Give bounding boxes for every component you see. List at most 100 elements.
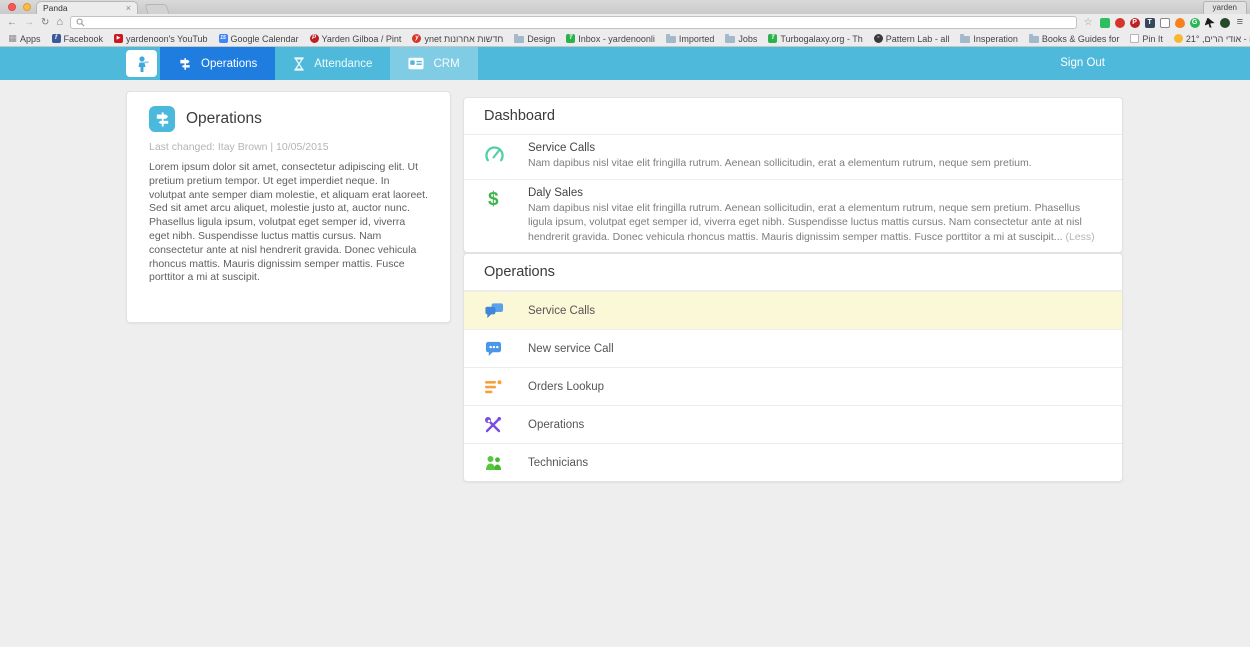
chrome-menu-icon[interactable]: ≡ xyxy=(1237,17,1243,28)
pattern-lab-icon xyxy=(874,34,883,43)
operations-title: Operations xyxy=(464,254,1122,291)
bookmark-folder-insperation[interactable]: Insperation xyxy=(960,34,1018,44)
hourglass-icon xyxy=(293,57,305,71)
bookmark-pattern-lab[interactable]: Pattern Lab - all xyxy=(874,34,950,44)
dollar-icon: $ xyxy=(484,187,528,245)
sign-out-button[interactable]: Sign Out xyxy=(1060,47,1105,80)
adblock-extension-icon[interactable] xyxy=(1115,18,1125,28)
page-content: Operations Last changed: Itay Brown | 10… xyxy=(0,80,1250,647)
bookmark-facebook[interactable]: Facebook xyxy=(52,34,104,44)
folder-icon xyxy=(1029,36,1039,43)
signpost-icon xyxy=(178,57,192,71)
bookmark-pinterest[interactable]: Yarden Gilboa / Pint xyxy=(310,34,402,44)
bookmark-pin-it[interactable]: Pin It xyxy=(1130,34,1163,44)
ops-item-new-service-call[interactable]: New service Call xyxy=(464,329,1122,367)
tab-operations[interactable]: Operations xyxy=(160,47,275,80)
omnibox[interactable] xyxy=(70,16,1077,29)
last-changed-meta: Last changed: Itay Brown | 10/05/2015 xyxy=(149,141,428,153)
tab-crm[interactable]: CRM xyxy=(390,47,477,80)
browser-toolbar: ☆ P T G ≡ xyxy=(0,14,1250,31)
bookmark-folder-books[interactable]: Books & Guides for xyxy=(1029,34,1120,44)
folder-icon xyxy=(666,36,676,43)
operations-card: Operations Service Calls xyxy=(463,253,1123,482)
app-navbar: Operations Attendance CRM Sign Out xyxy=(0,47,1250,80)
reload-icon[interactable] xyxy=(41,18,49,28)
app-tabs: Operations Attendance CRM xyxy=(160,47,478,80)
bookmark-star-icon[interactable]: ☆ xyxy=(1084,18,1093,28)
ops-item-service-calls[interactable]: Service Calls xyxy=(464,291,1122,329)
gauge-icon xyxy=(484,142,528,171)
apps-grid-icon xyxy=(8,34,17,43)
tab-close-icon[interactable]: × xyxy=(126,4,131,13)
card-title: Operations xyxy=(186,110,262,128)
address-input[interactable] xyxy=(89,17,1071,28)
evernote-extension-icon[interactable] xyxy=(1100,18,1110,28)
dashboard-card: Dashboard Service Calls Nam dapibus nisl… xyxy=(463,97,1123,253)
pinterest-icon xyxy=(310,34,319,43)
bookmark-folder-jobs[interactable]: Jobs xyxy=(725,34,757,44)
browser-tab[interactable]: Panda × xyxy=(36,1,138,14)
tumblr-extension-icon[interactable]: T xyxy=(1145,18,1155,28)
bookmarks-bar: Apps Facebook yardenoon's YouTub Google … xyxy=(0,31,1250,47)
ynet-icon xyxy=(412,34,421,43)
app-logo[interactable] xyxy=(126,50,157,77)
browser-tabstrip: Panda × yarden xyxy=(0,0,1250,14)
item-description: Nam dapibus nisl vitae elit fringilla ru… xyxy=(528,201,1102,245)
chat-bubbles-icon xyxy=(484,302,528,320)
grammarly-extension-icon[interactable]: G xyxy=(1190,18,1200,28)
less-link[interactable]: (Less) xyxy=(1065,231,1094,243)
turbogalaxy-icon xyxy=(768,34,777,43)
card-body-text: Lorem ipsum dolor sit amet, consectetur … xyxy=(149,161,428,285)
back-icon[interactable] xyxy=(7,18,17,28)
panda-logo-icon xyxy=(134,55,150,73)
calendar-icon xyxy=(219,34,228,43)
cursor-extension-icon[interactable] xyxy=(1205,18,1215,28)
page-icon xyxy=(1130,34,1139,43)
folder-icon xyxy=(960,36,970,43)
facebook-icon xyxy=(52,34,61,43)
dashboard-item-service-calls[interactable]: Service Calls Nam dapibus nisl vitae eli… xyxy=(464,135,1122,180)
capture-extension-icon[interactable] xyxy=(1160,18,1170,28)
close-window-button[interactable] xyxy=(8,3,16,11)
tools-icon xyxy=(484,416,528,434)
bookmark-google-calendar[interactable]: Google Calendar xyxy=(219,34,299,44)
browser-tab-title: Panda xyxy=(43,3,122,13)
search-icon xyxy=(76,18,85,27)
item-description: Nam dapibus nisl vitae elit fringilla ru… xyxy=(528,156,1102,171)
bookmark-folder-design[interactable]: Design xyxy=(514,34,555,44)
ops-item-technicians[interactable]: Technicians xyxy=(464,443,1122,481)
home-icon[interactable] xyxy=(56,17,63,28)
tab-attendance[interactable]: Attendance xyxy=(275,47,390,80)
new-tab-button[interactable] xyxy=(144,4,169,14)
bookmark-folder-imported[interactable]: Imported xyxy=(666,34,715,44)
youtube-icon xyxy=(114,34,123,43)
extension-icons: P T G xyxy=(1100,18,1230,28)
dashboard-title: Dashboard xyxy=(464,98,1122,135)
pinterest-extension-icon[interactable]: P xyxy=(1130,18,1140,28)
folder-icon xyxy=(725,36,735,43)
bookmark-ynet[interactable]: ynet חדשות אחרונות xyxy=(412,34,503,44)
ops-item-operations[interactable]: Operations xyxy=(464,405,1122,443)
item-title: Service Calls xyxy=(528,142,1102,154)
minimize-window-button[interactable] xyxy=(23,3,31,11)
ops-item-orders-lookup[interactable]: Orders Lookup xyxy=(464,367,1122,405)
inbox-icon xyxy=(566,34,575,43)
duckduckgo-extension-icon[interactable] xyxy=(1220,18,1230,28)
folder-icon xyxy=(514,36,524,43)
bookmark-turbogalaxy[interactable]: Turbogalaxy.org - Th xyxy=(768,34,862,44)
orders-list-icon xyxy=(484,379,528,395)
bookmark-weather[interactable]: בים - אודי הרים, 21° xyxy=(1174,34,1250,44)
profile-name-chip[interactable]: yarden xyxy=(1203,1,1247,14)
people-icon xyxy=(484,455,528,471)
item-title: Daly Sales xyxy=(528,187,1102,199)
bookmark-inbox[interactable]: Inbox - yardenoonli xyxy=(566,34,655,44)
dashboard-item-daly-sales[interactable]: $ Daly Sales Nam dapibus nisl vitae elit… xyxy=(464,180,1122,253)
bookmark-youtube[interactable]: yardenoon's YouTub xyxy=(114,34,207,44)
weather-icon xyxy=(1174,34,1183,43)
flame-extension-icon[interactable] xyxy=(1175,18,1185,28)
chat-bubble-dots-icon xyxy=(484,340,528,357)
signpost-icon xyxy=(149,106,175,132)
forward-icon[interactable] xyxy=(24,18,34,28)
bookmark-apps[interactable]: Apps xyxy=(8,34,41,44)
id-card-icon xyxy=(408,57,424,70)
